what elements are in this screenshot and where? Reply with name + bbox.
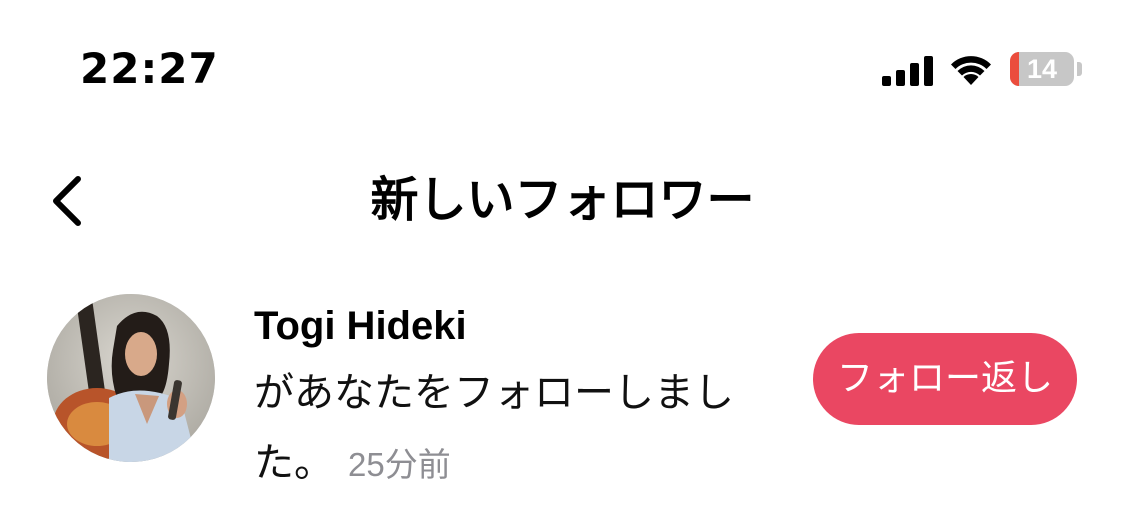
follow-back-button[interactable]: フォロー返し — [813, 333, 1077, 425]
status-time: 22:27 — [80, 44, 219, 93]
page-title: 新しいフォロワー — [370, 172, 755, 228]
battery-icon: 14 — [1010, 52, 1074, 86]
signal-icon — [882, 56, 933, 86]
battery-level: 14 — [1026, 54, 1058, 84]
user-name[interactable]: Togi Hideki — [254, 302, 467, 350]
status-bar: 22:27 14 — [0, 0, 1125, 140]
notification-row[interactable]: Togi Hideki があなたをフォローしました。 25分前 フォロー返し — [0, 290, 1125, 490]
wifi-icon — [951, 56, 991, 85]
notification-text: があなたをフォローしました。 25分前 — [254, 358, 774, 500]
notification-timestamp: 25分前 — [348, 446, 451, 483]
battery-cap — [1077, 62, 1082, 76]
notification-message: があなたをフォローしました。 — [254, 370, 734, 486]
nav-bar: 新しいフォロワー — [0, 150, 1125, 250]
avatar-image — [47, 294, 215, 462]
avatar[interactable] — [47, 294, 215, 462]
